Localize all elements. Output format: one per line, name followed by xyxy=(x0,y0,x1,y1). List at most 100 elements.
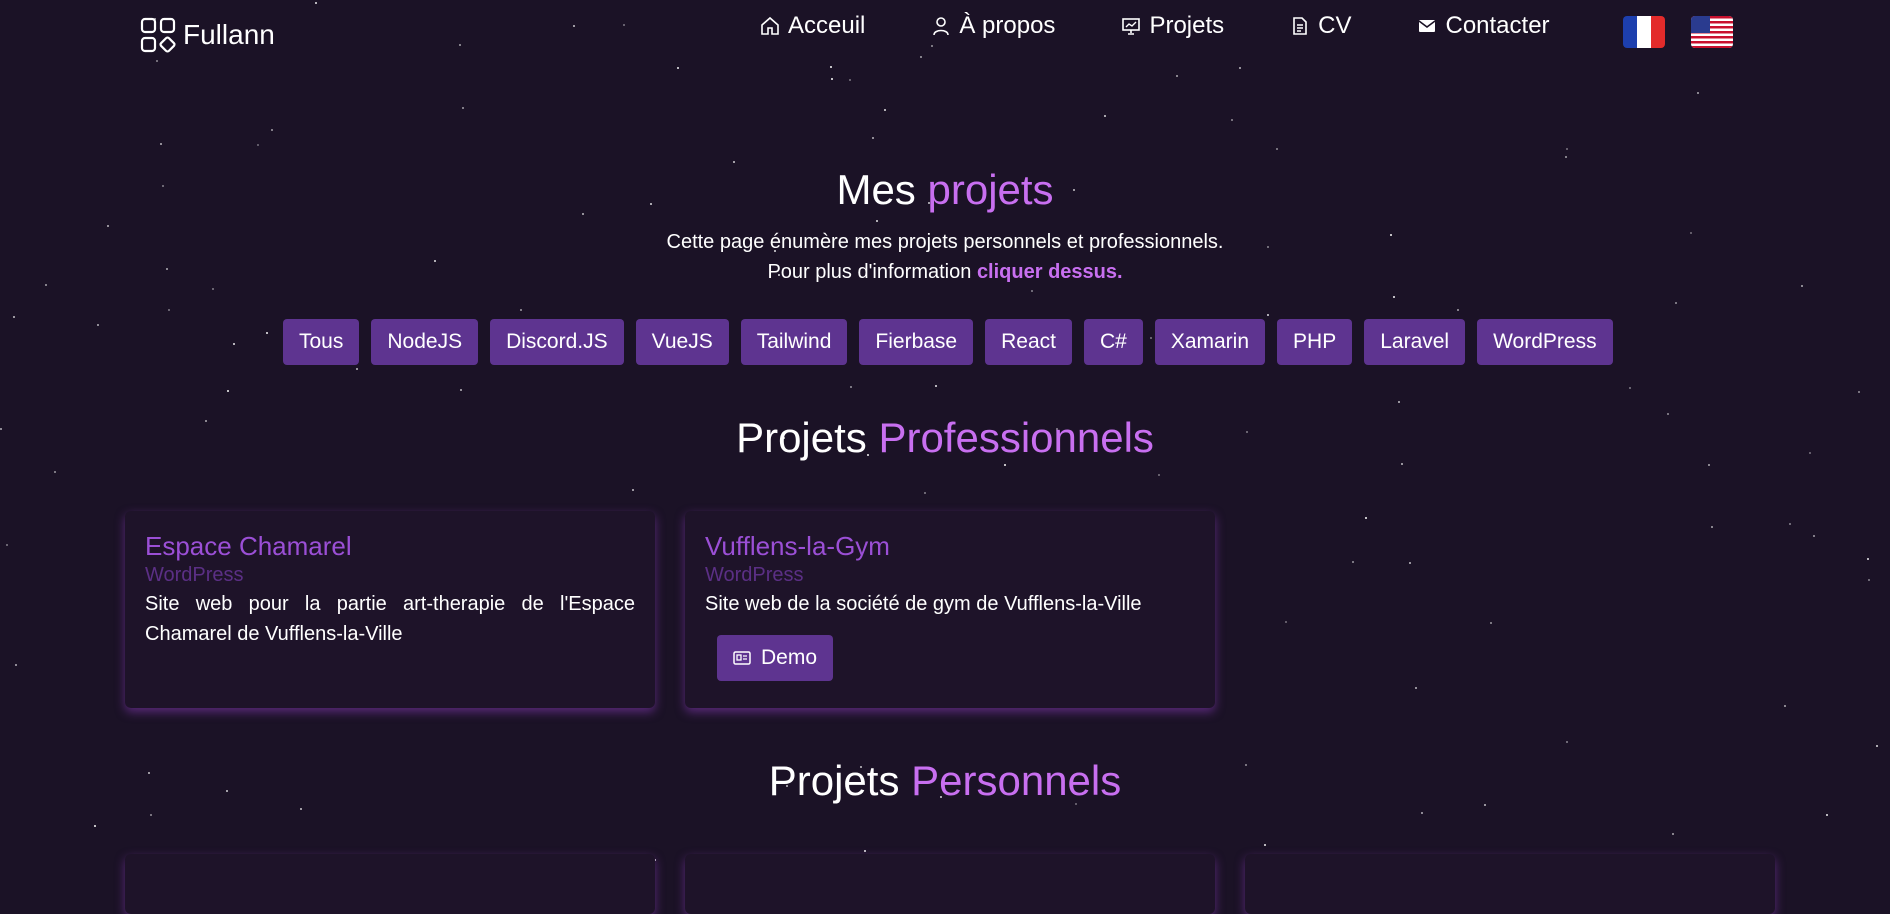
star-dot xyxy=(1867,558,1869,560)
star-dot xyxy=(1813,535,1815,537)
star-dot xyxy=(1868,579,1870,581)
nav-item-acceuil[interactable]: Acceuil xyxy=(760,12,865,40)
section-title-personal: Projets Personnels xyxy=(0,757,1890,805)
us-flag-icon[interactable] xyxy=(1691,16,1733,48)
title-accent: projets xyxy=(927,166,1054,213)
star-dot xyxy=(233,343,235,345)
nav-label: CV xyxy=(1318,12,1352,39)
star-dot xyxy=(520,309,522,311)
project-card[interactable] xyxy=(1245,854,1775,914)
project-tech: WordPress xyxy=(145,564,244,586)
star-dot xyxy=(1401,463,1403,465)
star-dot xyxy=(460,389,462,391)
filter-discordjs[interactable]: Discord.JS xyxy=(490,319,624,365)
filter-wordpress[interactable]: WordPress xyxy=(1477,319,1613,365)
star-dot xyxy=(1457,309,1459,311)
user-icon xyxy=(933,17,950,36)
section-accent: Personnels xyxy=(911,757,1122,804)
star-dot xyxy=(13,316,15,318)
project-card[interactable]: Vufflens-la-Gym WordPress Site web de la… xyxy=(685,511,1215,708)
star-dot xyxy=(1231,119,1233,121)
info-link[interactable]: cliquer dessus. xyxy=(977,261,1123,283)
star-dot xyxy=(6,544,8,546)
nav-item-projets[interactable]: Projets xyxy=(1121,12,1224,40)
nav-label: Acceuil xyxy=(788,12,866,39)
star-dot xyxy=(872,137,874,139)
star-dot xyxy=(1672,833,1674,835)
nav-item-contacter[interactable]: Contacter xyxy=(1417,12,1550,40)
language-switcher xyxy=(1623,16,1733,48)
presentation-icon xyxy=(1122,18,1141,35)
star-dot xyxy=(876,220,878,222)
top-navbar: Fullann Acceuil À propos Projets CV Cont… xyxy=(0,0,1890,70)
star-dot xyxy=(1264,844,1266,846)
star-dot xyxy=(733,161,735,163)
project-title[interactable]: Espace Chamarel xyxy=(145,531,635,562)
star-dot xyxy=(1566,741,1568,743)
filter-csharp[interactable]: C# xyxy=(1083,319,1143,365)
star-dot xyxy=(462,107,464,109)
star-dot xyxy=(864,850,866,852)
star-dot xyxy=(1158,474,1160,476)
star-dot xyxy=(266,332,268,334)
star-dot xyxy=(850,386,852,388)
star-dot xyxy=(212,288,214,290)
filter-tous[interactable]: Tous xyxy=(283,319,360,365)
mail-icon xyxy=(1419,20,1436,32)
title-prefix: Mes xyxy=(836,166,916,213)
star-dot xyxy=(1365,517,1367,519)
filter-react[interactable]: React xyxy=(985,319,1072,365)
nav-label: Contacter xyxy=(1445,12,1550,39)
nav-label: Projets xyxy=(1149,12,1225,39)
star-dot xyxy=(1858,391,1860,393)
main-nav: Acceuil À propos Projets CV Contacter xyxy=(760,12,1550,40)
star-dot xyxy=(1352,561,1354,563)
nav-label: À propos xyxy=(959,12,1056,39)
star-dot xyxy=(1826,814,1828,816)
star-dot xyxy=(300,808,302,810)
star-dot xyxy=(227,390,229,392)
demo-label: Demo xyxy=(761,646,818,669)
filter-fierbase[interactable]: Fierbase xyxy=(859,319,974,365)
brand-name: Fullann xyxy=(183,19,275,50)
star-dot xyxy=(1490,622,1492,624)
star-dot xyxy=(1697,92,1699,94)
nav-item-a-propos[interactable]: À propos xyxy=(931,12,1055,40)
project-card[interactable] xyxy=(125,854,655,914)
filter-xamarin[interactable]: Xamarin xyxy=(1154,319,1266,365)
star-dot xyxy=(1876,745,1878,747)
filter-php[interactable]: PHP xyxy=(1277,319,1353,365)
project-card[interactable]: Espace Chamarel WordPress Site web pour … xyxy=(125,511,655,708)
section-accent: Professionnels xyxy=(878,414,1154,461)
star-dot xyxy=(935,385,937,387)
star-dot xyxy=(831,78,833,80)
section-title-professional: Projets Professionnels xyxy=(0,414,1890,462)
star-dot xyxy=(1031,290,1033,292)
star-dot xyxy=(1276,148,1278,150)
project-card[interactable] xyxy=(685,854,1215,914)
section-prefix: Projets xyxy=(768,757,900,804)
nav-item-cv[interactable]: CV xyxy=(1290,12,1351,40)
filter-laravel[interactable]: Laravel xyxy=(1364,319,1466,365)
star-dot xyxy=(94,825,96,827)
star-dot xyxy=(1566,148,1568,150)
star-dot xyxy=(632,489,634,491)
star-dot xyxy=(1629,387,1631,389)
filter-tailwind[interactable]: Tailwind xyxy=(740,319,848,365)
tech-filter-bar: Tous NodeJS Discord.JS VueJS Tailwind Fi… xyxy=(283,319,1613,365)
demo-button[interactable]: Demo xyxy=(717,635,834,681)
star-dot xyxy=(1421,812,1423,814)
star-dot xyxy=(54,471,56,473)
project-tech: WordPress xyxy=(705,564,804,586)
star-dot xyxy=(1708,464,1710,466)
star-dot xyxy=(924,492,926,494)
page-description: Cette page énumère mes projets personnel… xyxy=(0,227,1890,287)
project-title[interactable]: Vufflens-la-Gym xyxy=(705,531,1195,562)
filter-vuejs[interactable]: VueJS xyxy=(635,319,729,365)
home-icon xyxy=(761,16,779,35)
filter-nodejs[interactable]: NodeJS xyxy=(371,319,479,365)
fr-flag-icon[interactable] xyxy=(1623,16,1665,48)
star-dot xyxy=(1104,115,1106,117)
brand-logo[interactable]: Fullann xyxy=(139,16,275,54)
document-icon xyxy=(1293,17,1307,35)
